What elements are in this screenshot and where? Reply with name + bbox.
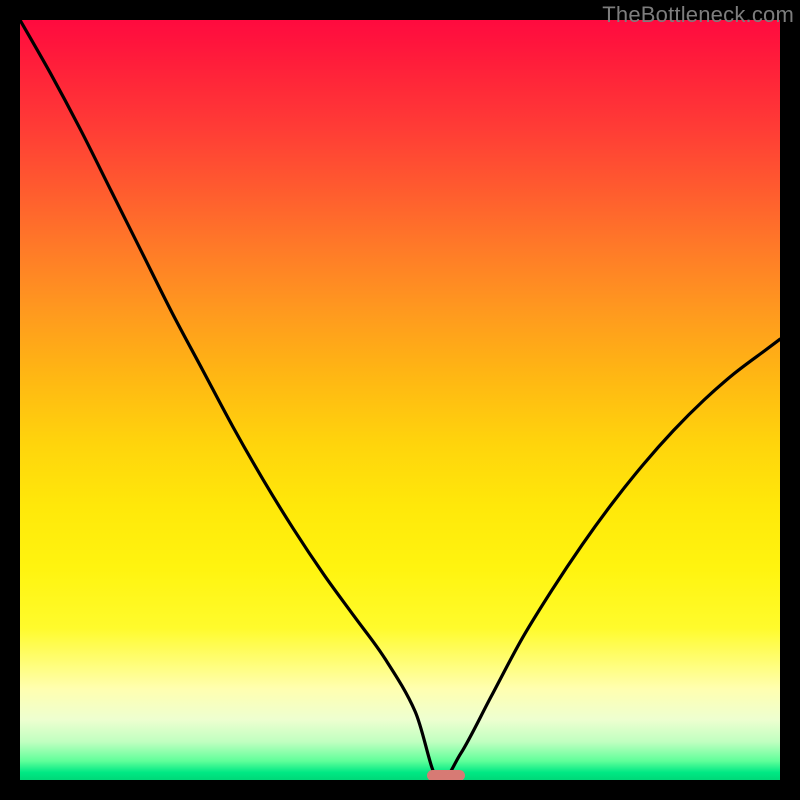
bottleneck-curve bbox=[20, 20, 780, 780]
bottleneck-curve-path bbox=[20, 20, 780, 780]
chart-frame: TheBottleneck.com bbox=[0, 0, 800, 800]
optimal-range-marker bbox=[427, 770, 465, 780]
watermark-text: TheBottleneck.com bbox=[602, 2, 794, 28]
plot-area bbox=[20, 20, 780, 780]
